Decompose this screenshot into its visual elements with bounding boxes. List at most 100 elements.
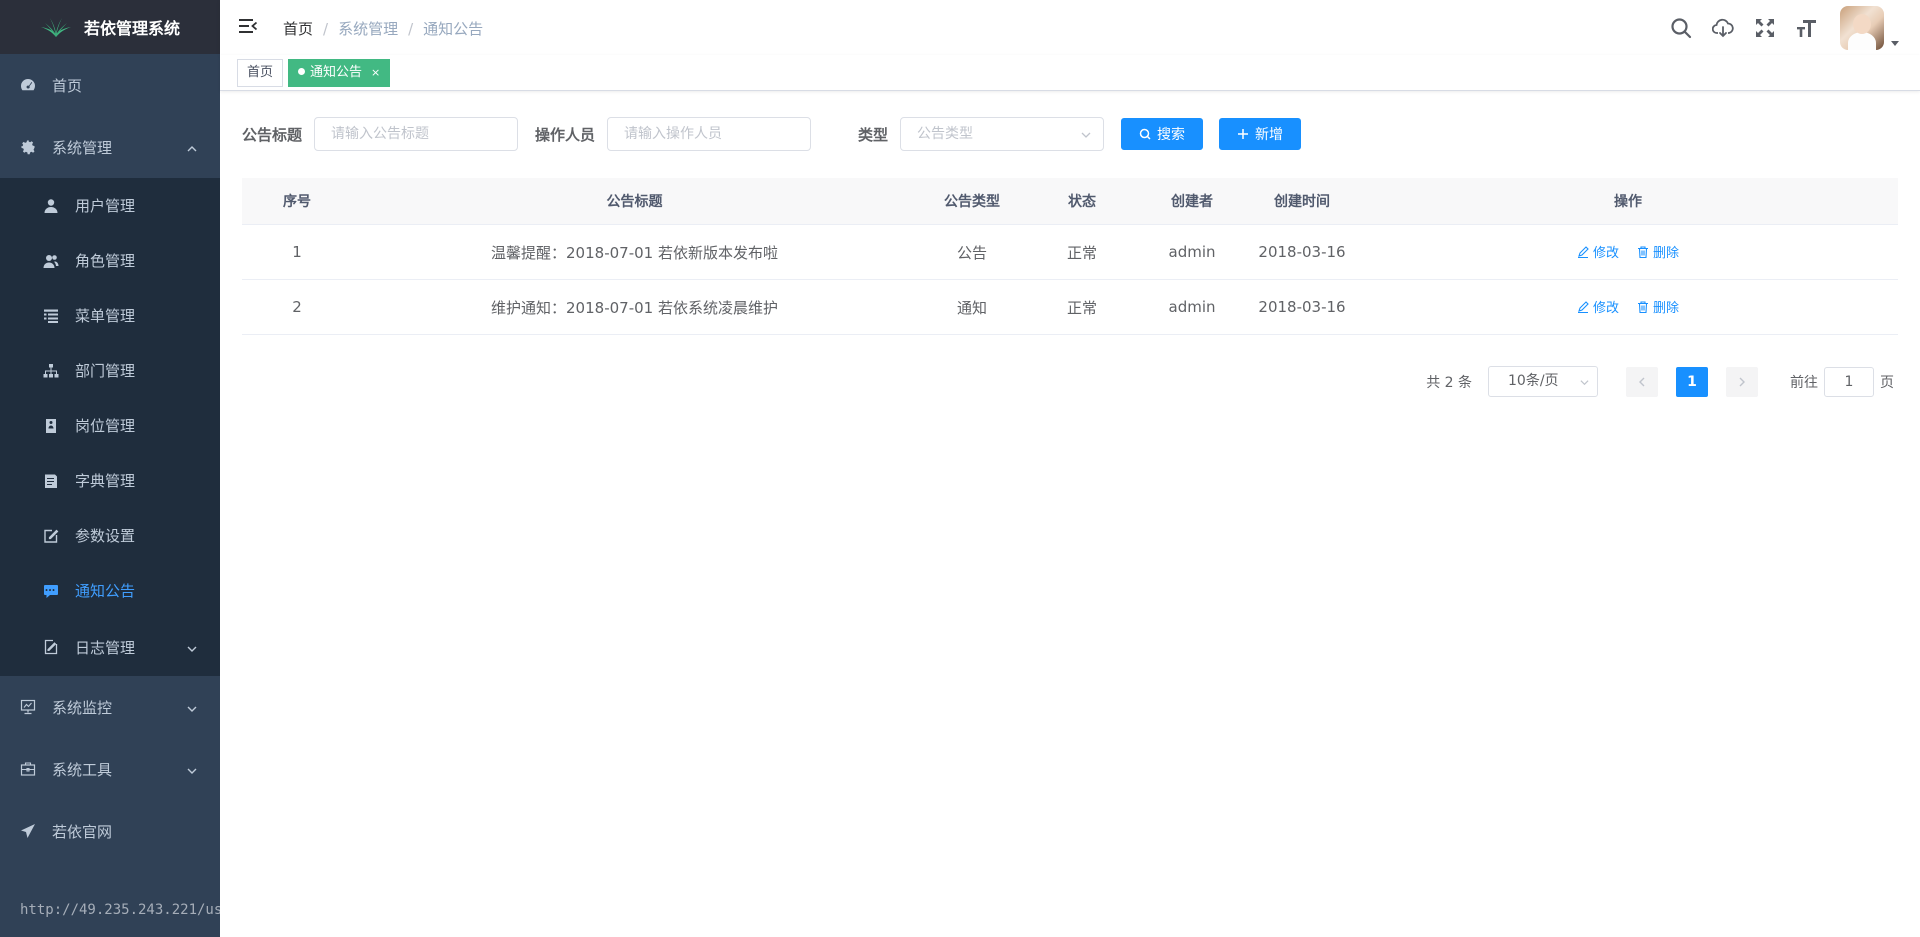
monitor-icon: [20, 699, 36, 715]
edit-icon: [1577, 300, 1589, 313]
cell-id: 2: [292, 298, 302, 316]
page-size-value: 10条/页: [1508, 373, 1559, 389]
tag-label: 通知公告: [310, 65, 363, 80]
goto-suffix: 页: [1880, 374, 1894, 391]
avatar[interactable]: [1840, 5, 1884, 50]
col-title: 公告标题: [606, 194, 663, 210]
user-avatar-dropdown[interactable]: [1840, 5, 1900, 50]
sidebar-item-dicts[interactable]: 字典管理: [0, 453, 220, 508]
sidebar-item-label: 若依官网: [52, 822, 113, 841]
caret-down-icon: [1891, 40, 1899, 46]
sidebar-item-monitor[interactable]: 系统监控: [0, 676, 220, 738]
edit-icon: [1577, 245, 1589, 258]
tag-notices[interactable]: 通知公告 ×: [288, 59, 391, 87]
table-header: 序号 公告标题 公告类型 状态 创建者 创建时间 操作: [242, 178, 1898, 225]
sidebar-item-label: 日志管理: [75, 638, 136, 657]
sidebar-item-label: 首页: [52, 76, 83, 95]
row-actions: 修改 删除: [1577, 242, 1679, 261]
sidebar-item-tools[interactable]: 系统工具: [0, 738, 220, 800]
sidebar-item-users[interactable]: 用户管理: [0, 178, 220, 233]
right-menu: [1660, 0, 1920, 55]
search-button-label: 搜索: [1157, 127, 1186, 143]
page-size-select[interactable]: 10条/页: [1488, 366, 1598, 397]
toolbox-icon: [20, 761, 36, 777]
cell-type: 公告: [956, 243, 987, 262]
notice-title-input[interactable]: [314, 117, 519, 151]
user-icon: [43, 198, 59, 214]
edit-label: 修改: [1592, 246, 1619, 262]
goto-page-input[interactable]: [1824, 366, 1874, 397]
row-actions: 修改 删除: [1577, 297, 1679, 316]
plus-icon: [1238, 129, 1249, 139]
sidebar-item-menus[interactable]: 菜单管理: [0, 288, 220, 343]
sidebar-item-system[interactable]: 系统管理: [0, 116, 220, 178]
logo[interactable]: 若依管理系统: [0, 0, 220, 54]
sidebar-item-home[interactable]: 首页: [0, 54, 220, 116]
status-url: http://49.235.243.221/user: [20, 902, 220, 918]
search-button[interactable]: 搜索: [1121, 118, 1204, 150]
edit-button[interactable]: 修改: [1577, 242, 1619, 261]
breadcrumb-home[interactable]: 首页: [283, 18, 313, 39]
hamburger-icon[interactable]: [238, 16, 258, 36]
tree-icon: [43, 363, 59, 379]
delete-label: 删除: [1653, 246, 1680, 262]
breadcrumb-current: 通知公告: [423, 20, 484, 38]
sidebar-item-notices[interactable]: 通知公告: [0, 563, 220, 618]
sidebar-item-roles[interactable]: 角色管理: [0, 233, 220, 288]
type-label: 类型: [858, 125, 889, 144]
cell-creator: admin: [1168, 243, 1216, 261]
chevron-right-icon: [1739, 377, 1745, 386]
table-row: 1 温馨提醒：2018-07-01 若依新版本发布啦 公告 正常 admin 2…: [242, 225, 1898, 280]
log-icon: [43, 639, 59, 655]
col-creator: 创建者: [1171, 194, 1213, 210]
fullscreen-icon[interactable]: [1754, 17, 1776, 39]
edit-label: 修改: [1592, 301, 1619, 317]
tree-table-icon: [43, 308, 59, 324]
cell-status: 正常: [1066, 243, 1097, 262]
cell-status: 正常: [1066, 298, 1097, 317]
guide-icon: [20, 823, 36, 839]
add-button[interactable]: 新增: [1219, 118, 1302, 150]
edit-icon: [43, 528, 59, 544]
sidebar-item-label: 参数设置: [75, 527, 136, 545]
sidebar-item-logs[interactable]: 日志管理: [0, 618, 220, 676]
app-title: 若依管理系统: [83, 19, 180, 38]
submenu-system: 用户管理 角色管理 菜单管理 部门管理 岗位管理 字典管理 参数设置 通知公告: [0, 178, 220, 676]
close-icon[interactable]: ×: [371, 66, 380, 79]
trash-icon: [1638, 301, 1648, 313]
post-icon: [43, 418, 59, 434]
edit-button[interactable]: 修改: [1577, 297, 1619, 316]
active-dot: [298, 68, 305, 75]
sidebar-item-label: 系统监控: [52, 698, 113, 717]
sidebar-item-label: 系统管理: [52, 138, 113, 157]
font-size-icon[interactable]: [1796, 17, 1818, 39]
page-number-current[interactable]: 1: [1676, 366, 1708, 397]
sidebar-item-configs[interactable]: 参数设置: [0, 508, 220, 563]
delete-button[interactable]: 删除: [1637, 242, 1679, 261]
sidebar-item-posts[interactable]: 岗位管理: [0, 398, 220, 453]
chevron-down-icon: [186, 701, 198, 713]
sidebar-item-website[interactable]: 若依官网: [0, 800, 220, 862]
delete-button[interactable]: 删除: [1637, 297, 1679, 316]
sidebar-item-departments[interactable]: 部门管理: [0, 343, 220, 398]
delete-label: 删除: [1653, 301, 1680, 317]
pagination: 共 2 条 10条/页 1 前往 页: [1426, 366, 1894, 397]
cloud-download-icon[interactable]: [1712, 17, 1734, 39]
prev-page-button[interactable]: [1626, 366, 1658, 397]
trash-icon: [1638, 246, 1648, 258]
main-content: 公告标题 操作人员 类型 公告类型 搜索 新增 序号 公告标题 公告类型 状态 …: [220, 92, 1920, 937]
notice-table: 序号 公告标题 公告类型 状态 创建者 创建时间 操作 1 温馨提醒：2018-…: [242, 178, 1898, 335]
next-page-button[interactable]: [1726, 366, 1758, 397]
navbar: 首页 / 系统管理 / 通知公告: [220, 0, 1920, 55]
sidebar-item-label: 用户管理: [75, 197, 136, 215]
sidebar-item-label: 系统工具: [52, 760, 113, 779]
search-icon[interactable]: [1670, 17, 1692, 39]
page-jumper: 前往 页: [1790, 366, 1894, 397]
tags-view: 首页 通知公告 ×: [220, 55, 1920, 91]
tag-label: 首页: [247, 65, 274, 80]
tag-home[interactable]: 首页: [237, 59, 284, 87]
notice-type-select[interactable]: 公告类型: [900, 117, 1105, 151]
col-type: 公告类型: [944, 194, 1000, 210]
col-status: 状态: [1068, 194, 1096, 210]
operator-input[interactable]: [607, 117, 812, 151]
